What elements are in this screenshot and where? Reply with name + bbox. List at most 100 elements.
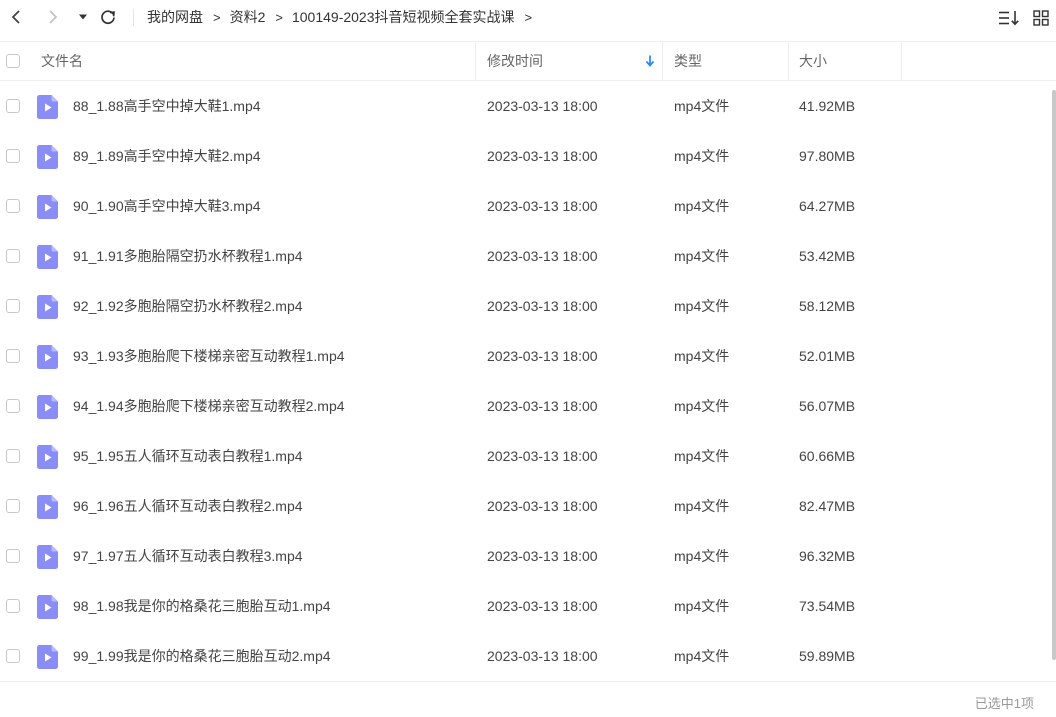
file-name[interactable]: 99_1.99我是你的格桑花三胞胎互动2.mp4 (73, 631, 331, 681)
file-name[interactable]: 93_1.93多胞胎爬下楼梯亲密互动教程1.mp4 (73, 331, 345, 381)
video-file-icon (37, 95, 58, 119)
chevron-right-icon (49, 10, 58, 24)
row-checkbox[interactable] (6, 449, 20, 463)
chevron-left-icon (11, 10, 20, 24)
column-header-modified[interactable]: 修改时间 (487, 42, 543, 80)
column-header-size[interactable]: 大小 (799, 42, 827, 80)
forward-button[interactable] (42, 5, 64, 29)
file-size: 60.66MB (799, 448, 856, 464)
column-divider[interactable] (662, 42, 663, 80)
file-modified: 2023-03-13 18:00 (487, 348, 598, 364)
file-type: mp4文件 (674, 98, 730, 114)
row-checkbox[interactable] (6, 99, 20, 113)
video-file-icon (37, 295, 58, 319)
breadcrumb-separator-icon: > (275, 9, 283, 25)
column-divider[interactable] (901, 42, 902, 80)
file-type: mp4文件 (674, 148, 730, 164)
file-size: 58.12MB (799, 298, 856, 314)
file-name[interactable]: 95_1.95五人循环互动表白教程1.mp4 (73, 431, 303, 481)
row-checkbox[interactable] (6, 549, 20, 563)
file-row[interactable]: 91_1.91多胞胎隔空扔水杯教程1.mp4 2023-03-13 18:00 … (0, 231, 1056, 281)
file-name[interactable]: 97_1.97五人循环互动表白教程3.mp4 (73, 531, 303, 581)
row-checkbox[interactable] (6, 599, 20, 613)
file-row[interactable]: 88_1.88高手空中掉大鞋1.mp4 2023-03-13 18:00 mp4… (0, 81, 1056, 131)
nav-divider (133, 9, 134, 26)
video-file-icon (37, 545, 58, 569)
row-checkbox[interactable] (6, 349, 20, 363)
navigation-bar: 我的网盘 > 资料2 > 100149-2023抖音短视频全套实战课 > (0, 0, 1056, 34)
file-modified: 2023-03-13 18:00 (487, 198, 598, 214)
selection-status: 已选中1项 (974, 696, 1034, 711)
column-divider[interactable] (475, 42, 476, 80)
row-checkbox[interactable] (6, 499, 20, 513)
file-name[interactable]: 98_1.98我是你的格桑花三胞胎互动1.mp4 (73, 581, 331, 631)
video-file-icon (37, 395, 58, 419)
file-row[interactable]: 99_1.99我是你的格桑花三胞胎互动2.mp4 2023-03-13 18:0… (0, 631, 1056, 681)
breadcrumb-item-folder[interactable]: 资料2 (230, 7, 266, 27)
file-row[interactable]: 98_1.98我是你的格桑花三胞胎互动1.mp4 2023-03-13 18:0… (0, 581, 1056, 631)
file-row[interactable]: 95_1.95五人循环互动表白教程1.mp4 2023-03-13 18:00 … (0, 431, 1056, 481)
file-type: mp4文件 (674, 398, 730, 414)
file-modified: 2023-03-13 18:00 (487, 248, 598, 264)
file-name[interactable]: 94_1.94多胞胎爬下楼梯亲密互动教程2.mp4 (73, 381, 345, 431)
video-file-icon (37, 195, 58, 219)
row-checkbox[interactable] (6, 199, 20, 213)
video-file-icon (37, 145, 58, 169)
file-row[interactable]: 94_1.94多胞胎爬下楼梯亲密互动教程2.mp4 2023-03-13 18:… (0, 381, 1056, 431)
file-list-header: 文件名 修改时间 类型 大小 (0, 41, 1056, 81)
breadcrumb-separator-icon: > (524, 9, 533, 25)
sort-descending-icon (645, 55, 655, 67)
column-divider[interactable] (788, 42, 789, 80)
file-type: mp4文件 (674, 448, 730, 464)
file-type: mp4文件 (674, 648, 730, 664)
file-name[interactable]: 91_1.91多胞胎隔空扔水杯教程1.mp4 (73, 231, 303, 281)
breadcrumb-item-my-drive[interactable]: 我的网盘 (147, 7, 203, 27)
row-checkbox[interactable] (6, 249, 20, 263)
file-size: 64.27MB (799, 198, 856, 214)
video-file-icon (37, 645, 58, 669)
file-modified: 2023-03-13 18:00 (487, 498, 598, 514)
file-name[interactable]: 92_1.92多胞胎隔空扔水杯教程2.mp4 (73, 281, 303, 331)
video-file-icon (37, 245, 58, 269)
file-type: mp4文件 (674, 348, 730, 364)
file-row[interactable]: 97_1.97五人循环互动表白教程3.mp4 2023-03-13 18:00 … (0, 531, 1056, 581)
column-header-type[interactable]: 类型 (674, 42, 702, 80)
file-modified: 2023-03-13 18:00 (487, 448, 598, 464)
file-size: 97.80MB (799, 148, 856, 164)
row-checkbox[interactable] (6, 399, 20, 413)
sort-button[interactable] (998, 7, 1020, 29)
file-type: mp4文件 (674, 198, 730, 214)
file-size: 53.42MB (799, 248, 856, 264)
file-name[interactable]: 89_1.89高手空中掉大鞋2.mp4 (73, 131, 261, 181)
file-size: 52.01MB (799, 348, 856, 364)
file-name[interactable]: 90_1.90高手空中掉大鞋3.mp4 (73, 181, 261, 231)
file-row[interactable]: 89_1.89高手空中掉大鞋2.mp4 2023-03-13 18:00 mp4… (0, 131, 1056, 181)
file-row[interactable]: 96_1.96五人循环互动表白教程2.mp4 2023-03-13 18:00 … (0, 481, 1056, 531)
row-checkbox[interactable] (6, 649, 20, 663)
video-file-icon (37, 445, 58, 469)
select-all-checkbox[interactable] (6, 54, 20, 68)
file-modified: 2023-03-13 18:00 (487, 98, 598, 114)
file-name[interactable]: 96_1.96五人循环互动表白教程2.mp4 (73, 481, 303, 531)
file-row[interactable]: 90_1.90高手空中掉大鞋3.mp4 2023-03-13 18:00 mp4… (0, 181, 1056, 231)
file-size: 82.47MB (799, 498, 856, 514)
file-type: mp4文件 (674, 598, 730, 614)
history-dropdown-button[interactable] (72, 5, 94, 29)
file-row[interactable]: 93_1.93多胞胎爬下楼梯亲密互动教程1.mp4 2023-03-13 18:… (0, 331, 1056, 381)
row-checkbox[interactable] (6, 149, 20, 163)
file-row[interactable]: 92_1.92多胞胎隔空扔水杯教程2.mp4 2023-03-13 18:00 … (0, 281, 1056, 331)
breadcrumb-item-current[interactable]: 100149-2023抖音短视频全套实战课 (292, 7, 515, 27)
video-file-icon (37, 495, 58, 519)
file-list: 88_1.88高手空中掉大鞋1.mp4 2023-03-13 18:00 mp4… (0, 81, 1056, 681)
file-type: mp4文件 (674, 248, 730, 264)
column-header-name[interactable]: 文件名 (41, 42, 83, 80)
video-file-icon (37, 595, 58, 619)
refresh-button[interactable] (97, 5, 119, 29)
back-button[interactable] (5, 5, 27, 29)
file-size: 96.32MB (799, 548, 856, 564)
file-name[interactable]: 88_1.88高手空中掉大鞋1.mp4 (73, 81, 261, 131)
grid-view-button[interactable] (1030, 7, 1052, 29)
row-checkbox[interactable] (6, 299, 20, 313)
scrollbar-thumb[interactable] (1052, 90, 1056, 660)
file-type: mp4文件 (674, 298, 730, 314)
